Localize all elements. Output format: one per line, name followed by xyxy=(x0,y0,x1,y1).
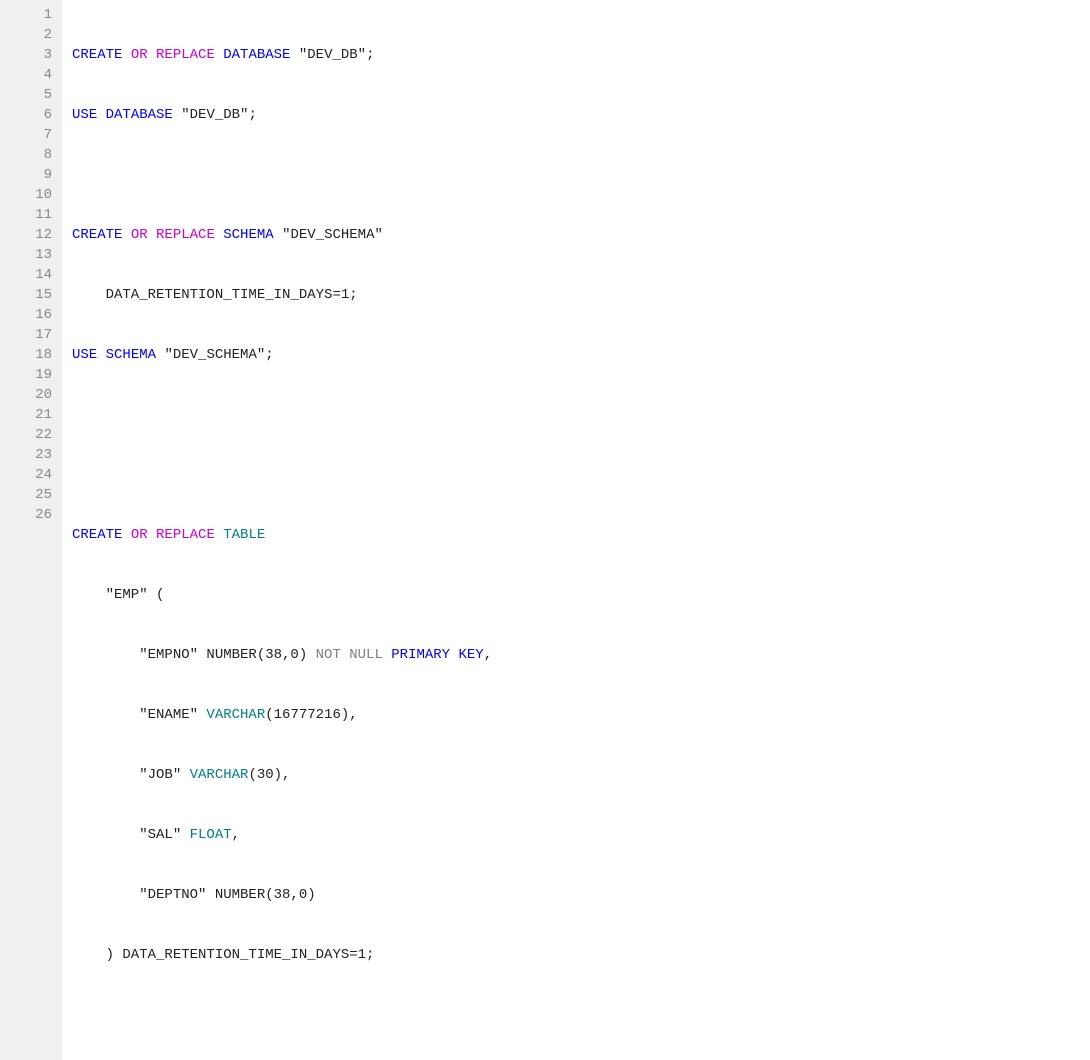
code-line[interactable] xyxy=(72,165,862,185)
line-number: 23 xyxy=(20,445,52,465)
line-number: 24 xyxy=(20,465,52,485)
line-number: 14 xyxy=(20,265,52,285)
line-number: 13 xyxy=(20,245,52,265)
code-line[interactable]: "JOB" VARCHAR(30), xyxy=(72,765,862,785)
code-line[interactable] xyxy=(72,405,862,425)
line-number: 4 xyxy=(20,65,52,85)
line-number: 8 xyxy=(20,145,52,165)
line-number: 16 xyxy=(20,305,52,325)
line-number: 7 xyxy=(20,125,52,145)
code-line[interactable]: CREATE OR REPLACE DATABASE "DEV_DB"; xyxy=(72,45,862,65)
code-line[interactable]: USE SCHEMA "DEV_SCHEMA"; xyxy=(72,345,862,365)
code-line[interactable]: USE DATABASE "DEV_DB"; xyxy=(72,105,862,125)
code-line[interactable] xyxy=(72,1005,862,1025)
line-number: 21 xyxy=(20,405,52,425)
line-number: 2 xyxy=(20,25,52,45)
line-number: 20 xyxy=(20,385,52,405)
line-number: 22 xyxy=(20,425,52,445)
line-number: 25 xyxy=(20,485,52,505)
code-line[interactable]: "EMP" ( xyxy=(72,585,862,605)
line-number: 9 xyxy=(20,165,52,185)
code-line[interactable] xyxy=(72,465,862,485)
code-line[interactable]: "SAL" FLOAT, xyxy=(72,825,862,845)
line-number: 26 xyxy=(20,505,52,525)
code-line[interactable]: CREATE OR REPLACE SCHEMA "DEV_SCHEMA" xyxy=(72,225,862,245)
line-number: 10 xyxy=(20,185,52,205)
line-number: 5 xyxy=(20,85,52,105)
line-number: 17 xyxy=(20,325,52,345)
line-number: 3 xyxy=(20,45,52,65)
line-number: 11 xyxy=(20,205,52,225)
line-number: 19 xyxy=(20,365,52,385)
line-number: 1 xyxy=(20,5,52,25)
code-editor[interactable]: 1 2 3 4 5 6 7 8 9 10 11 12 13 14 15 16 1… xyxy=(0,0,1090,1060)
code-line[interactable]: ) DATA_RETENTION_TIME_IN_DAYS=1; xyxy=(72,945,862,965)
line-number: 12 xyxy=(20,225,52,245)
line-number: 15 xyxy=(20,285,52,305)
code-line[interactable]: CREATE OR REPLACE TABLE xyxy=(72,525,862,545)
code-line[interactable]: "ENAME" VARCHAR(16777216), xyxy=(72,705,862,725)
line-number: 18 xyxy=(20,345,52,365)
code-line[interactable]: DATA_RETENTION_TIME_IN_DAYS=1; xyxy=(72,285,862,305)
code-line[interactable]: "DEPTNO" NUMBER(38,0) xyxy=(72,885,862,905)
line-number: 6 xyxy=(20,105,52,125)
code-line[interactable]: "EMPNO" NUMBER(38,0) NOT NULL PRIMARY KE… xyxy=(72,645,862,665)
code-area[interactable]: CREATE OR REPLACE DATABASE "DEV_DB"; USE… xyxy=(62,0,862,1060)
line-number-gutter: 1 2 3 4 5 6 7 8 9 10 11 12 13 14 15 16 1… xyxy=(0,0,62,1060)
